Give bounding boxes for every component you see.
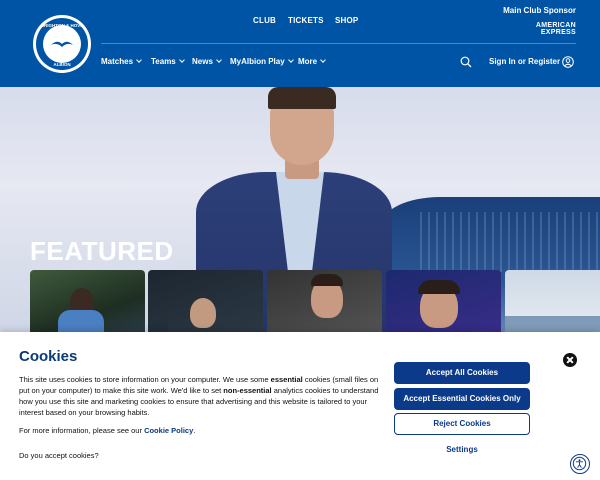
nav-myalbion-play[interactable]: MyAlbion Play	[230, 57, 294, 66]
chevron-down-icon	[136, 57, 142, 63]
featured-card-3[interactable]	[267, 270, 382, 332]
top-nav: CLUB TICKETS SHOP	[0, 16, 600, 28]
card-1-kit	[58, 310, 104, 332]
site-header: BRIGHTON & HOVE ALBION CLUB TICKETS SHOP…	[0, 0, 600, 87]
sponsor-logo[interactable]: AMERICAN EXPRESS	[536, 22, 576, 36]
featured-card-2[interactable]	[148, 270, 263, 332]
crest-text-bottom: ALBION	[53, 62, 70, 67]
nav-teams[interactable]: Teams	[151, 57, 185, 66]
card-4-hair	[418, 280, 460, 294]
cookie-more-info: For more information, please see our Coo…	[19, 426, 195, 435]
chevron-down-icon	[320, 57, 326, 63]
nav-more[interactable]: More	[298, 57, 326, 66]
featured-heading: FEATURED	[30, 236, 174, 266]
cookie-title: Cookies	[19, 348, 78, 365]
card-5-stand	[505, 316, 600, 332]
sponsor-logo-line1: AMERICAN	[535, 22, 576, 29]
featured-card-1[interactable]	[30, 270, 145, 332]
close-icon[interactable]	[563, 353, 577, 367]
nav-matches[interactable]: Matches	[101, 57, 142, 66]
sign-in-link[interactable]: Sign In or Register	[489, 57, 560, 66]
stadium-roof-detail	[420, 212, 600, 272]
search-icon[interactable]	[460, 56, 472, 68]
card-3-hair	[311, 274, 343, 286]
accept-essential-cookies-button[interactable]: Accept Essential Cookies Only	[394, 388, 530, 410]
account-icon[interactable]	[562, 56, 574, 68]
cookie-description: This site uses cookies to store informat…	[19, 374, 381, 418]
featured-card-5[interactable]	[505, 270, 600, 332]
cookie-text-1: This site uses cookies to store informat…	[19, 375, 271, 384]
nav-more-label: More	[298, 57, 318, 66]
reject-cookies-button[interactable]: Reject Cookies	[394, 413, 530, 435]
cookie-more-suffix: .	[193, 426, 196, 435]
cookie-text-bold-essential: essential	[270, 375, 303, 384]
accept-all-cookies-button[interactable]: Accept All Cookies	[394, 362, 530, 384]
featured-card-4[interactable]	[386, 270, 501, 332]
hero-person-hair	[268, 87, 336, 109]
top-nav-tickets[interactable]: TICKETS	[288, 16, 324, 25]
card-2-background-figure	[148, 314, 168, 332]
nav-matches-label: Matches	[101, 57, 134, 66]
sponsor-logo-line2: EXPRESS	[540, 29, 576, 36]
chevron-down-icon	[287, 57, 294, 63]
nav-news[interactable]: News	[192, 57, 222, 66]
nav-news-label: News	[192, 57, 213, 66]
cookie-policy-link[interactable]: Cookie Policy	[144, 426, 193, 435]
accessibility-icon	[572, 456, 587, 471]
card-2-figure	[190, 298, 216, 328]
chevron-down-icon	[178, 57, 185, 63]
nav-myalbion-label: MyAlbion Play	[230, 57, 285, 66]
top-nav-club[interactable]: CLUB	[253, 16, 276, 25]
cookie-consent-banner: Cookies This site uses cookies to store …	[0, 332, 600, 480]
nav-teams-label: Teams	[151, 57, 176, 66]
cookie-settings-button[interactable]: Settings	[394, 439, 530, 461]
cookie-question: Do you accept cookies?	[19, 451, 99, 460]
hero-banner[interactable]: FEATURED	[0, 87, 600, 332]
cookie-more-prefix: For more information, please see our	[19, 426, 145, 435]
cookie-text-bold-non-essential: non-essential	[223, 386, 272, 395]
accessibility-button[interactable]	[570, 454, 590, 474]
top-nav-shop[interactable]: SHOP	[335, 16, 358, 25]
sponsor-label: Main Club Sponsor	[503, 6, 576, 15]
chevron-down-icon	[216, 57, 222, 63]
header-divider	[101, 43, 576, 44]
